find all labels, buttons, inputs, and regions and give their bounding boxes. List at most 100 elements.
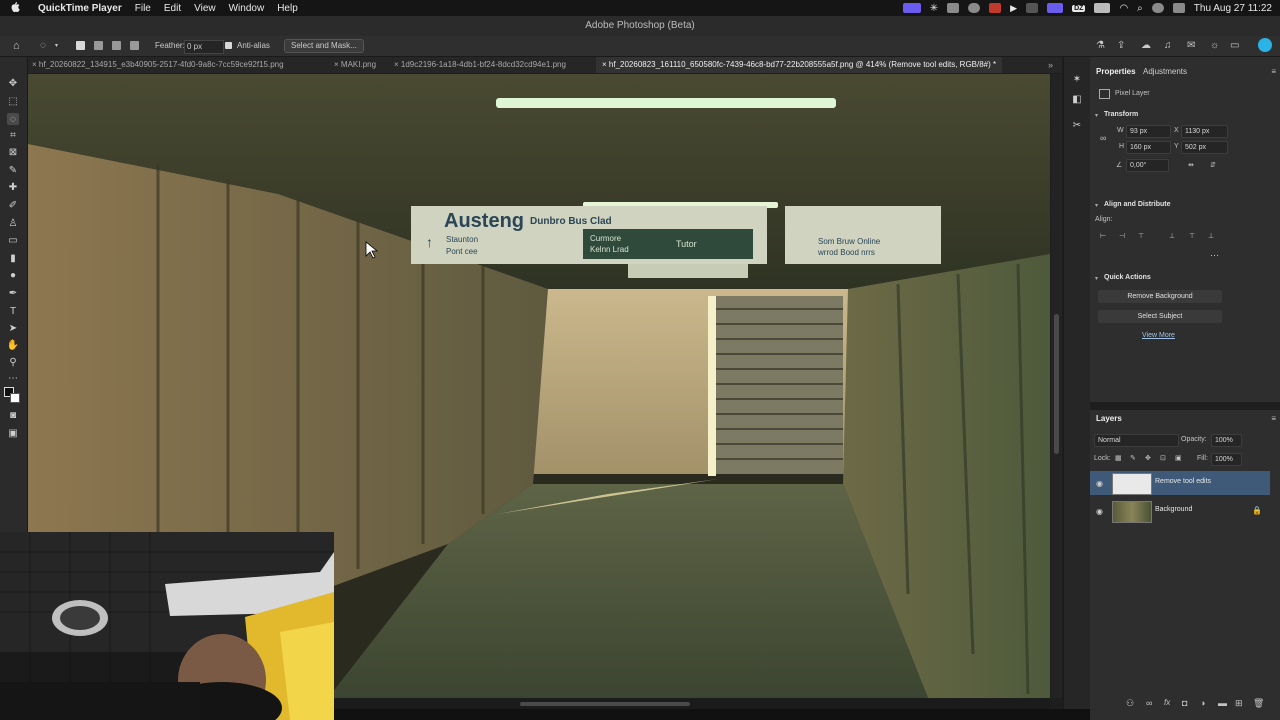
angle-field[interactable]: 0,00° (1126, 159, 1169, 172)
eyedropper-icon[interactable]: ✎ (7, 164, 19, 176)
layer-name[interactable]: Remove tool edits (1155, 478, 1211, 485)
align-top-icon[interactable]: ⊥ (1169, 232, 1175, 240)
marquee-tool-icon[interactable]: ⬚ (7, 95, 19, 107)
lock-pixels-icon[interactable]: ✎ (1130, 454, 1136, 462)
brightness-icon[interactable]: ✳ (930, 3, 938, 14)
tab-doc-1[interactable]: × hf_20260822_134915_e3b40905-2517-4fd0-… (32, 57, 284, 73)
align-right-icon[interactable]: ⊤ (1138, 232, 1144, 240)
fx-icon[interactable]: fx (1164, 698, 1170, 707)
chevron-down-icon[interactable]: ▾ (1095, 202, 1098, 209)
creative-cloud-icon[interactable] (968, 3, 981, 13)
user-icon[interactable] (1151, 3, 1164, 13)
tab-doc-2[interactable]: × MAKI.png (334, 57, 376, 73)
tab-doc-3[interactable]: × 1d9c2196-1a18-4db1-bf24-8dcd32cd94e1.p… (394, 57, 566, 73)
feather-input[interactable]: 0 px (184, 40, 224, 54)
stamp-tool-icon[interactable]: ♙ (7, 217, 19, 229)
add-mask-icon[interactable]: ◘ (1182, 698, 1187, 708)
layer-row-background[interactable]: ◉ Background 🔒 (1090, 499, 1270, 523)
menubar-clock[interactable]: Thu Aug 27 11:22 (1194, 3, 1272, 14)
chevron-down-icon[interactable]: ▾ (55, 40, 58, 52)
app-icon[interactable] (989, 3, 1002, 13)
transform-header[interactable]: Transform (1104, 111, 1138, 118)
menu-file[interactable]: File (135, 3, 151, 14)
link-layers-icon[interactable]: ⚇ (1126, 698, 1134, 709)
view-more-link[interactable]: View More (1142, 332, 1175, 339)
layer-name[interactable]: Background (1155, 506, 1192, 513)
tab-doc-active[interactable]: × hf_20260823_161110_650580fc-7439-46c8-… (596, 57, 1003, 73)
scroll-thumb[interactable] (1054, 314, 1059, 454)
select-and-mask-button[interactable]: Select and Mask... (284, 39, 364, 53)
control-center-icon[interactable] (1172, 3, 1185, 13)
antialias-checkbox[interactable] (225, 40, 232, 52)
more-tabs-icon[interactable]: » (1048, 57, 1053, 73)
avatar[interactable] (1258, 38, 1272, 52)
link-icon[interactable]: ∞ (1146, 698, 1152, 708)
box-icon[interactable] (1026, 3, 1039, 13)
add-selection-icon[interactable] (94, 40, 103, 52)
cloud-icon[interactable] (947, 3, 960, 13)
path-select-icon[interactable]: ➤ (7, 322, 19, 334)
panel-menu-icon[interactable]: ≡ (1271, 414, 1276, 423)
fill-field[interactable]: 100% (1211, 453, 1242, 466)
comment-icon[interactable]: ✉ (1187, 40, 1195, 52)
intersect-selection-icon[interactable] (130, 40, 139, 52)
dodge-tool-icon[interactable]: ● (7, 269, 19, 281)
lasso-tool-icon[interactable]: ◌ (7, 113, 19, 125)
select-subject-button[interactable]: Select Subject (1098, 310, 1222, 323)
remove-background-button[interactable]: Remove Background (1098, 290, 1222, 303)
lasso-tool-icon[interactable]: ◌ (40, 40, 46, 52)
align-center-icon[interactable]: ⊣ (1119, 232, 1125, 240)
share-icon[interactable]: ⇪ (1117, 40, 1125, 52)
type-tool-icon[interactable]: T (7, 305, 19, 317)
battery-icon[interactable] (1094, 3, 1111, 13)
healing-brush-icon[interactable]: ✚ (7, 181, 19, 193)
chevron-down-icon[interactable]: ▾ (1095, 112, 1098, 119)
search-icon[interactable]: ⌕ (1137, 3, 1143, 14)
scroll-thumb[interactable] (520, 702, 690, 706)
tab-adjustments[interactable]: Adjustments (1143, 67, 1187, 76)
more-tools-icon[interactable]: ⋯ (7, 372, 19, 384)
pen-tool-icon[interactable]: ✒ (7, 287, 19, 299)
adjustment-layer-icon[interactable]: ◑ (1200, 698, 1205, 708)
opacity-field[interactable]: 100% (1211, 434, 1242, 447)
quick-actions-header[interactable]: Quick Actions (1104, 274, 1151, 281)
workspace-icon[interactable]: ▭ (1230, 40, 1239, 52)
align-header[interactable]: Align and Distribute (1104, 201, 1171, 208)
crop-tool-icon[interactable]: ⌗ (7, 129, 19, 141)
x-field[interactable]: 1130 px (1181, 125, 1228, 138)
y-field[interactable]: 502 px (1181, 141, 1228, 154)
new-selection-icon[interactable] (76, 40, 85, 52)
cloud-doc-icon[interactable]: ☁ (1141, 40, 1151, 52)
mirror-icon[interactable] (1047, 3, 1064, 13)
screen-mode-icon[interactable]: ▣ (7, 427, 19, 439)
delete-layer-icon[interactable]: 🗑 (1253, 698, 1264, 709)
eye-icon[interactable]: ◉ (1096, 479, 1103, 488)
background-color-swatch[interactable] (10, 393, 20, 403)
lock-all-icon[interactable]: ▣ (1175, 454, 1182, 462)
tab-properties[interactable]: Properties (1096, 67, 1136, 76)
dz-icon[interactable]: DZ (1072, 4, 1086, 12)
lock-artboard-icon[interactable]: ⊡ (1160, 454, 1166, 462)
canvas-horizontal-scrollbar[interactable] (334, 699, 1050, 709)
quick-mask-icon[interactable]: ◙ (7, 409, 19, 421)
canvas-vertical-scrollbar[interactable] (1051, 74, 1062, 698)
align-bottom-icon[interactable]: ⊥ (1208, 232, 1214, 240)
new-group-icon[interactable]: ▬ (1218, 698, 1227, 708)
layer-row-remove-tool-edits[interactable]: ◉ Remove tool edits (1090, 471, 1270, 495)
flip-horizontal-icon[interactable]: ⇹ (1188, 161, 1194, 169)
new-layer-icon[interactable]: ⊞ (1235, 698, 1243, 709)
beaker-icon[interactable]: ⚗ (1096, 40, 1105, 52)
wifi-icon[interactable]: ◠ (1119, 3, 1128, 14)
zoom-tool-icon[interactable]: ⚲ (7, 356, 19, 368)
menu-window[interactable]: Window (229, 3, 265, 14)
menu-help[interactable]: Help (277, 3, 298, 14)
adjust-icon[interactable]: ◧ (1071, 93, 1083, 105)
width-field[interactable]: 93 px (1126, 125, 1171, 138)
layers-title[interactable]: Layers (1096, 414, 1122, 423)
flip-vertical-icon[interactable]: ⇵ (1210, 161, 1216, 169)
panel-menu-icon[interactable]: ≡ (1271, 67, 1276, 76)
home-icon[interactable]: ⌂ (13, 40, 20, 52)
brush-tool-icon[interactable]: ✐ (7, 199, 19, 211)
chevron-down-icon[interactable]: ▾ (1095, 275, 1098, 282)
menu-edit[interactable]: Edit (164, 3, 181, 14)
